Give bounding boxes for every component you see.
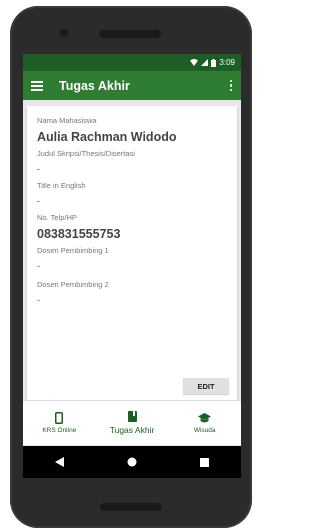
app-bar: Tugas Akhir	[23, 71, 241, 100]
nav-item-tugas-akhir[interactable]: Tugas Akhir	[96, 401, 169, 445]
system-navigation-bar	[23, 446, 241, 478]
status-time: 3:09	[219, 58, 235, 67]
graduation-cap-icon	[198, 412, 212, 422]
nav-item-krs-online[interactable]: KRS Online	[23, 401, 96, 445]
wifi-icon	[190, 59, 199, 66]
page-title: Tugas Akhir	[59, 78, 130, 93]
bottom-navigation: KRS Online Tugas Akhir Wisuda	[23, 400, 241, 445]
field-value-title-english: -	[37, 196, 40, 206]
field-label-pembimbing-2: Dosen Pembimbing 2	[37, 280, 109, 289]
field-value-pembimbing-2: -	[37, 295, 40, 305]
front-camera	[60, 29, 68, 37]
edit-button[interactable]: EDIT	[183, 378, 229, 394]
signal-icon	[201, 59, 209, 66]
field-value-pembimbing-1: -	[37, 261, 40, 271]
bottom-speaker	[100, 503, 162, 511]
earpiece-speaker	[99, 30, 161, 38]
field-value-judul: -	[37, 164, 40, 174]
nav-label-krs-online: KRS Online	[42, 427, 77, 434]
status-bar: 3:09	[23, 54, 241, 71]
nav-label-tugas-akhir: Tugas Akhir	[109, 425, 155, 435]
book-icon	[127, 411, 137, 422]
hamburger-menu-icon[interactable]	[31, 80, 43, 91]
battery-icon	[211, 58, 217, 67]
nav-item-wisuda[interactable]: Wisuda	[168, 401, 241, 445]
field-label-nama: Nama Mahasiswa	[37, 116, 97, 125]
field-label-title-english: Title in English	[37, 181, 86, 190]
back-icon[interactable]	[54, 457, 64, 467]
field-label-telp: No. Telp/HP	[37, 213, 77, 222]
field-value-nama: Aulia Rachman Widodo	[37, 130, 177, 144]
screen: 3:09 Tugas Akhir Nama Mahasiswa Aulia Ra…	[23, 54, 241, 478]
more-options-icon[interactable]	[229, 79, 233, 92]
recents-icon[interactable]	[200, 457, 210, 467]
phone-icon	[55, 412, 64, 424]
field-label-pembimbing-1: Dosen Pembimbing 1	[37, 246, 109, 255]
thesis-info-card: Nama Mahasiswa Aulia Rachman Widodo Judu…	[27, 106, 237, 402]
field-label-judul: Judul Skripsi/Thesis/Disertasi	[37, 149, 135, 158]
home-icon[interactable]	[127, 457, 137, 467]
nav-label-wisuda: Wisuda	[193, 426, 216, 434]
field-value-telp: 083831555753	[37, 227, 121, 241]
